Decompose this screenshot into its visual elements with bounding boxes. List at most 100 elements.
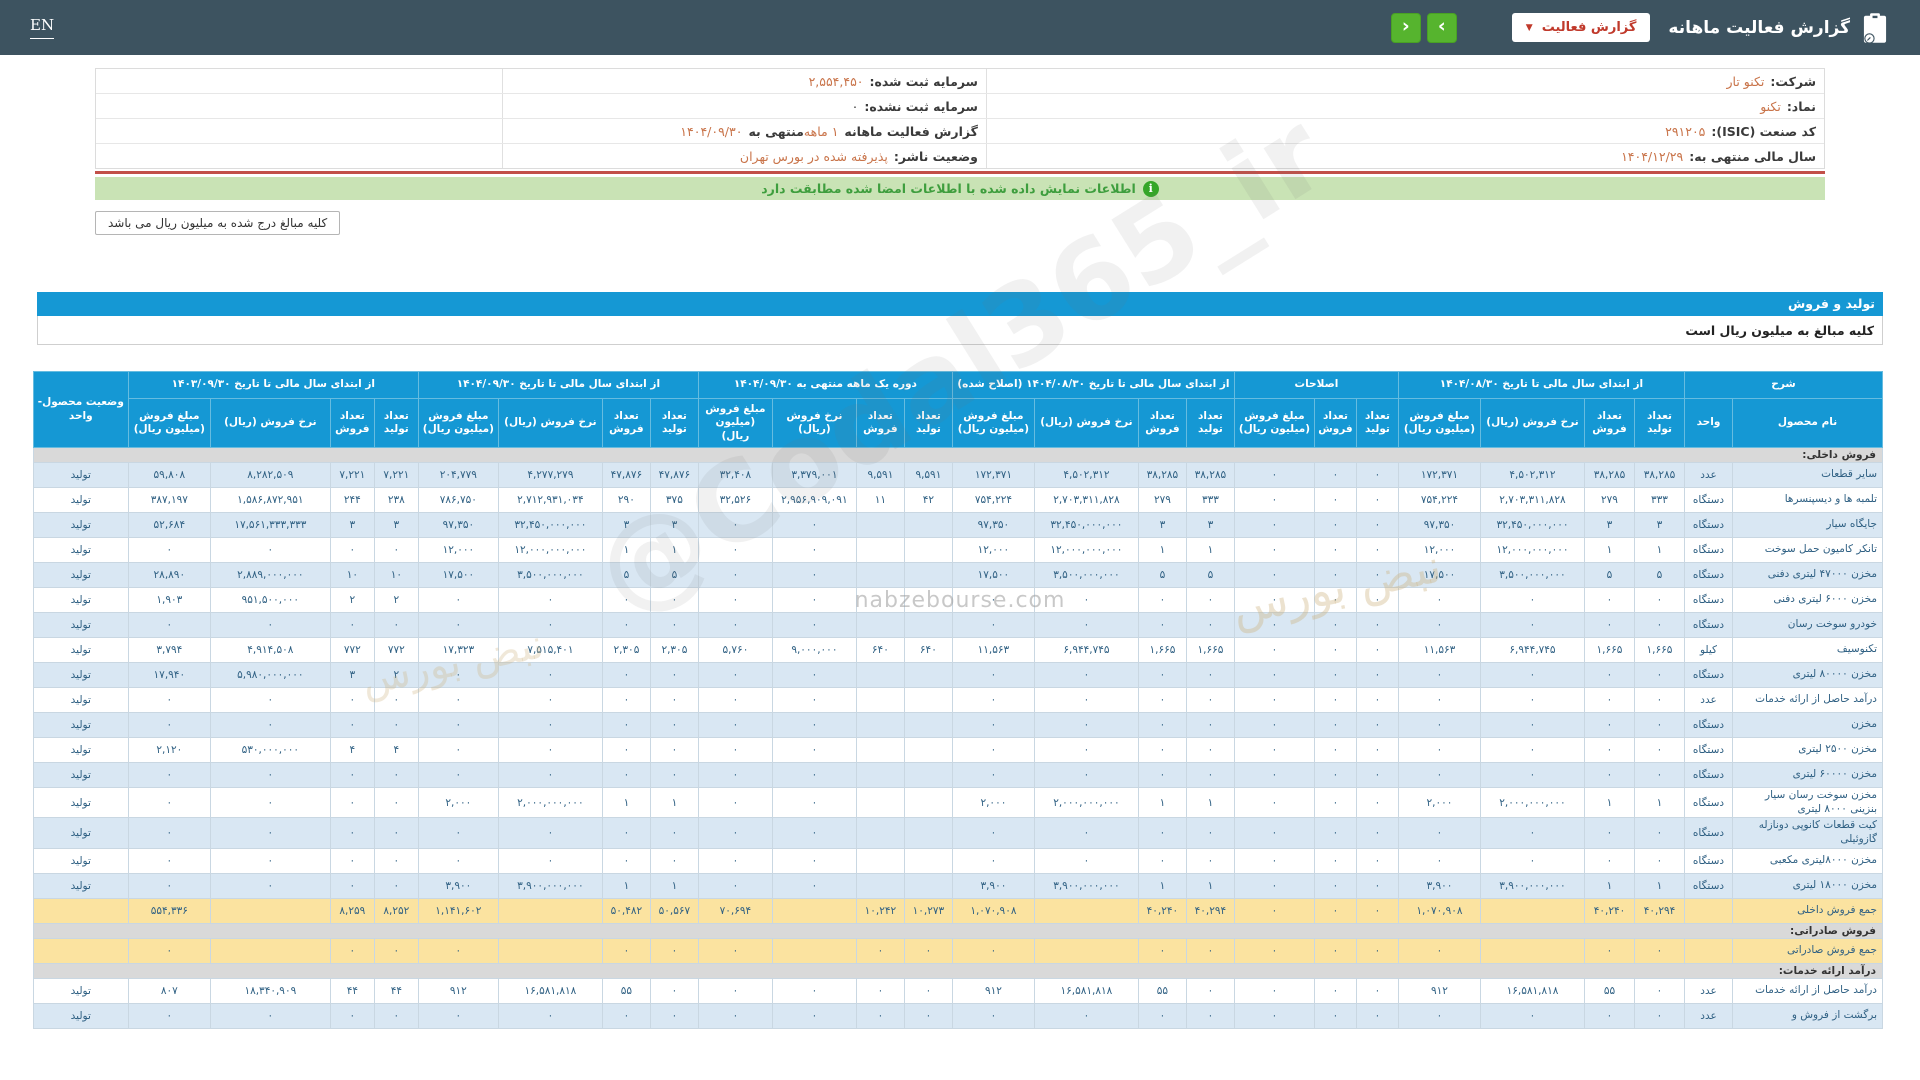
value-cell: ۰: [1186, 738, 1234, 763]
value-cell: ۵: [1635, 563, 1685, 588]
value-cell: ۰: [128, 873, 210, 898]
value-cell: ۰: [1314, 488, 1356, 513]
value-cell: ۰: [1234, 638, 1314, 663]
next-report-button[interactable]: ›: [1427, 13, 1457, 43]
value-cell: ۴۴: [374, 978, 418, 1003]
value-cell: ۰: [952, 938, 1034, 963]
value-cell: [856, 873, 904, 898]
value-cell: ۰: [952, 613, 1034, 638]
value-cell: ۰: [698, 788, 772, 818]
value-cell: ۰: [1034, 738, 1138, 763]
value-cell: ۵: [602, 563, 650, 588]
product-name-cell: درآمد حاصل از ارائه خدمات: [1733, 688, 1883, 713]
value-cell: ۰: [772, 563, 856, 588]
value-cell: ۳۳۳: [1635, 488, 1685, 513]
column-header: مبلغ فروش (میلیون ریال): [952, 399, 1034, 448]
value-cell: ۲,۷۱۲,۹۳۱,۰۳۴: [498, 488, 602, 513]
value-cell: ۰: [772, 538, 856, 563]
value-cell: تولید: [33, 538, 128, 563]
value-cell: ۵: [1585, 563, 1635, 588]
value-cell: تولید: [33, 763, 128, 788]
issuer-status-value: پذیرفته شده در بورس تهران: [740, 149, 888, 164]
language-toggle-en[interactable]: EN: [30, 16, 54, 39]
value-cell: ۰: [1585, 663, 1635, 688]
value-cell: ۰: [1234, 688, 1314, 713]
value-cell: ۰: [650, 818, 698, 848]
value-cell: ۰: [1356, 763, 1398, 788]
value-cell: ۰: [602, 1003, 650, 1028]
value-cell: ۰: [698, 978, 772, 1003]
value-cell: ۰: [1356, 873, 1398, 898]
value-cell: ۱: [650, 788, 698, 818]
value-cell: [498, 938, 602, 963]
previous-report-button[interactable]: ‹: [1391, 13, 1421, 43]
value-cell: ۰: [330, 873, 374, 898]
registered-capital-value: ۲,۵۵۴,۴۵۰: [809, 74, 864, 89]
value-cell: ۰: [1186, 763, 1234, 788]
value-cell: [904, 588, 952, 613]
amounts-note-button[interactable]: کلیه مبالغ درج شده به میلیون ریال می باش…: [95, 211, 340, 235]
value-cell: ۱,۵۸۶,۸۷۲,۹۵۱: [210, 488, 330, 513]
value-cell: [904, 563, 952, 588]
value-cell: [772, 898, 856, 923]
value-cell: ۰: [1234, 488, 1314, 513]
value-cell: [904, 738, 952, 763]
value-cell: ۰: [698, 563, 772, 588]
section-band-title: تولید و فروش: [37, 292, 1883, 316]
table-row: سایر قطعاتعدد۳۸,۲۸۵۳۸,۲۸۵۴,۵۰۲,۳۱۲۱۷۲,۳۷…: [33, 463, 1882, 488]
value-cell: ۰: [1186, 588, 1234, 613]
table-row: درآمد حاصل از ارائه خدماتعدد۰۰۰۰۰۰۰۰۰۰۰۰…: [33, 688, 1882, 713]
value-cell: ۰: [1234, 738, 1314, 763]
value-cell: ۰: [772, 688, 856, 713]
value-cell: ۰: [1138, 613, 1186, 638]
table-row: تکنوسیفکیلو۱,۶۶۵۱,۶۶۵۶,۹۴۴,۷۴۵۱۱,۵۶۳۰۰۰۱…: [33, 638, 1882, 663]
column-header: مبلغ فروش (میلیون ریال): [1234, 399, 1314, 448]
value-cell: ۱: [1138, 538, 1186, 563]
value-cell: ۰: [602, 613, 650, 638]
value-cell: ۷۷۲: [330, 638, 374, 663]
value-cell: ۰: [952, 588, 1034, 613]
value-cell: ۰: [330, 788, 374, 818]
value-cell: ۰: [374, 713, 418, 738]
value-cell: ۰: [374, 538, 418, 563]
value-cell: ۰: [210, 713, 330, 738]
value-cell: ۳۸۷,۱۹۷: [128, 488, 210, 513]
section-header-cell: فروش داخلی:: [33, 448, 1882, 463]
value-cell: ۳,۹۰۰,۰۰۰,۰۰۰: [498, 873, 602, 898]
company-info-table: شرکت: تکنو تار سرمایه ثبت شده: ۲,۵۵۴,۴۵۰…: [95, 68, 1825, 169]
table-row: درآمد حاصل از ارائه خدماتعدد۰۵۵۱۶,۵۸۱,۸۱…: [33, 978, 1882, 1003]
value-cell: [904, 713, 952, 738]
value-cell: ۰: [772, 613, 856, 638]
value-cell: ۰: [374, 938, 418, 963]
column-group-header: از ابتدای سال مالی تا تاریخ ۱۴۰۴/۰۸/۳۰: [1398, 372, 1684, 399]
value-cell: [904, 873, 952, 898]
value-cell: ۰: [698, 818, 772, 848]
value-cell: ۰: [128, 613, 210, 638]
value-cell: ۱,۹۰۳: [128, 588, 210, 613]
value-cell: ۰: [698, 663, 772, 688]
value-cell: ۰: [1481, 713, 1585, 738]
value-cell: ۳۲,۴۵۰,۰۰۰,۰۰۰: [1481, 513, 1585, 538]
value-cell: عدد: [1685, 1003, 1733, 1028]
value-cell: ۰: [1234, 978, 1314, 1003]
company-row: سال مالی منتهی به: ۱۴۰۴/۱۲/۲۹ وضعیت ناشر…: [96, 144, 1824, 168]
value-cell: ۱۲,۰۰۰: [418, 538, 498, 563]
report-type-dropdown[interactable]: گزارش فعالیت ▼: [1512, 13, 1651, 42]
report-navigation: › ‹: [1391, 13, 1457, 43]
value-cell: ۳: [1138, 513, 1186, 538]
value-cell: تولید: [33, 713, 128, 738]
value-cell: ۰: [374, 848, 418, 873]
value-cell: ۰: [698, 688, 772, 713]
value-cell: [856, 538, 904, 563]
value-cell: ۴۷,۸۷۶: [602, 463, 650, 488]
column-group-header: از ابتدای سال مالی تا تاریخ ۱۴۰۴/۰۸/۳۰ (…: [952, 372, 1234, 399]
value-cell: ۰: [602, 848, 650, 873]
value-cell: [33, 938, 128, 963]
production-sales-table: شرحاز ابتدای سال مالی تا تاریخ ۱۴۰۴/۰۸/۳…: [33, 371, 1883, 1029]
value-cell: ۹۷,۳۵۰: [418, 513, 498, 538]
value-cell: ۱۰: [374, 563, 418, 588]
value-cell: ۰: [602, 938, 650, 963]
value-cell: ۱: [1186, 788, 1234, 818]
value-cell: ۰: [1314, 688, 1356, 713]
value-cell: دستگاه: [1685, 873, 1733, 898]
